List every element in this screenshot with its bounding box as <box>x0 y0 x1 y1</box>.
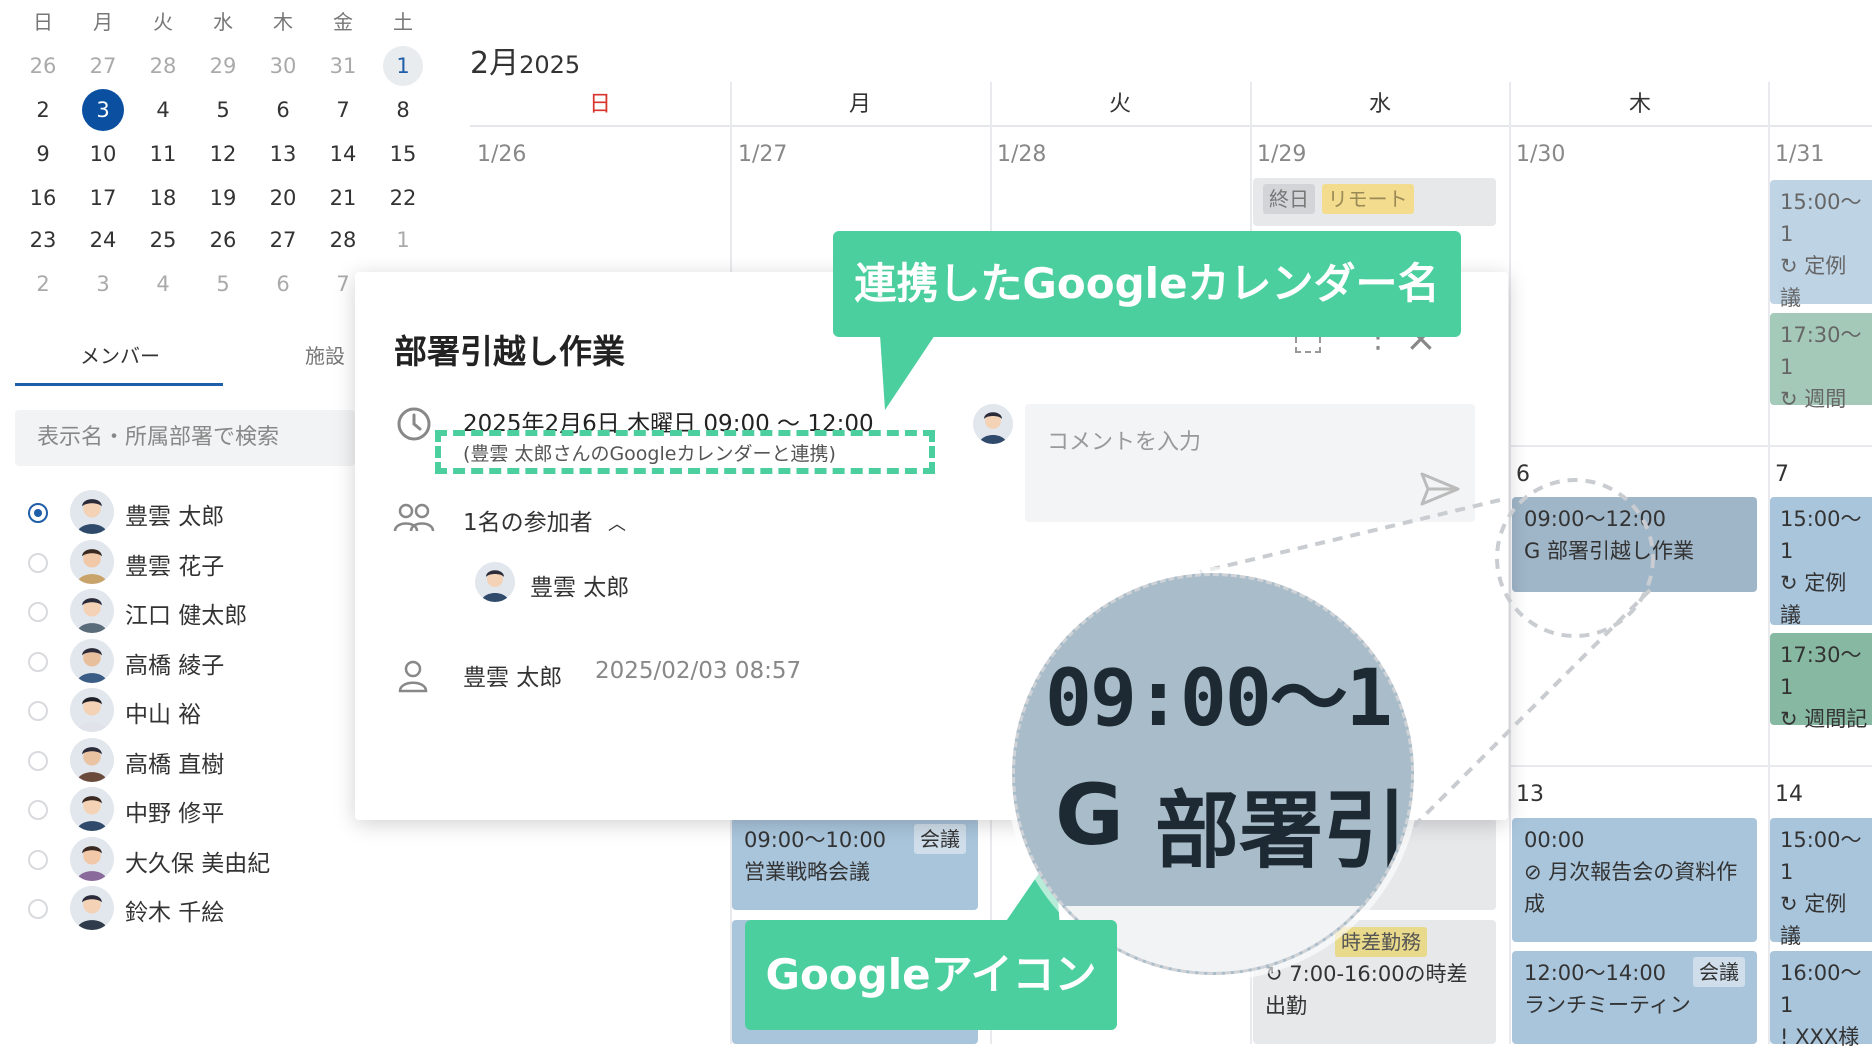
magnified-title: 部署引 <box>1155 782 1408 880</box>
callout-calendar-name: 連携したGoogleカレンダー名 <box>833 231 1461 337</box>
callout-google-icon: Googleアイコン <box>745 920 1117 1030</box>
magnified-google-icon: G <box>1055 766 1124 864</box>
magnifier-connectors <box>880 335 1655 930</box>
magnified-time: 09:00〜1 <box>1045 654 1393 744</box>
zoom-magnifier: 09:00〜1 G 部署引 <box>1012 573 1414 975</box>
